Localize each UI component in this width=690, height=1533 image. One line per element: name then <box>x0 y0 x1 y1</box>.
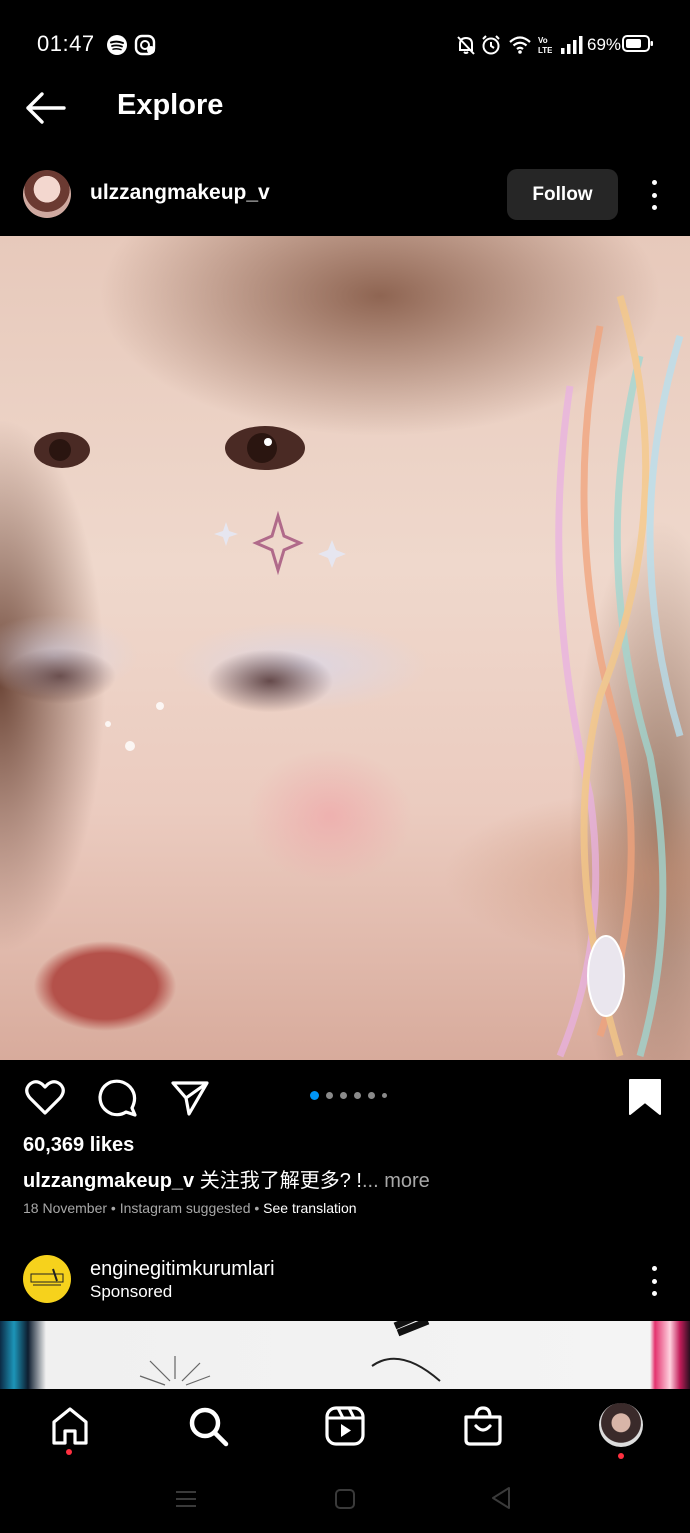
status-time: 01:47 <box>37 31 95 56</box>
more-options-icon[interactable] <box>649 1266 659 1296</box>
see-translation-link[interactable]: See translation <box>263 1200 356 1216</box>
battery-icon <box>622 35 653 52</box>
more-options-icon[interactable] <box>649 180 659 210</box>
battery-percentage: 69% <box>587 35 622 54</box>
caption-more-link[interactable]: ... more <box>362 1170 430 1192</box>
sponsor-username[interactable]: enginegitimkurumlari <box>90 1258 275 1281</box>
bookmark-icon[interactable] <box>628 1078 662 1118</box>
wifi-icon <box>509 36 531 54</box>
post-date: 18 November <box>23 1200 108 1216</box>
sponsored-label: Sponsored <box>90 1282 173 1301</box>
carousel-dot <box>340 1092 347 1099</box>
sponsored-post-image[interactable] <box>0 1321 690 1389</box>
menu-icon[interactable] <box>174 1487 198 1511</box>
comment-icon[interactable] <box>98 1078 138 1118</box>
svg-text:LTE: LTE <box>538 46 552 55</box>
like-count[interactable]: 60,369 likes <box>23 1134 134 1157</box>
home-square-icon[interactable] <box>333 1487 357 1511</box>
post-meta: 18 November • Instagram suggested • See … <box>23 1200 357 1216</box>
share-icon[interactable] <box>170 1078 210 1118</box>
signal-icon <box>561 36 583 54</box>
system-navigation-bar <box>0 1469 690 1533</box>
carousel-dot <box>326 1092 333 1099</box>
page-title: Explore <box>117 89 224 121</box>
carousel-dot <box>368 1092 375 1099</box>
caption-text: 关注我了解更多? ! <box>194 1170 362 1192</box>
post-source: Instagram suggested <box>119 1200 251 1216</box>
makeup-photo-illustration <box>34 294 684 1058</box>
carousel-dot-active <box>310 1091 319 1100</box>
carousel-indicator <box>310 1091 387 1100</box>
post-caption[interactable]: ulzzangmakeup_v 关注我了解更多? !... more <box>23 1164 430 1193</box>
sponsor-logo <box>30 1268 64 1286</box>
back-triangle-icon[interactable] <box>489 1485 513 1511</box>
alarm-icon <box>482 35 500 55</box>
heart-icon[interactable] <box>24 1078 66 1118</box>
avatar[interactable] <box>23 170 71 218</box>
arrow-left-icon[interactable] <box>24 88 68 128</box>
carousel-dot <box>354 1092 361 1099</box>
reels-icon[interactable] <box>323 1404 367 1448</box>
mute-icon <box>457 36 475 55</box>
sponsored-image-illustration <box>139 1321 441 1386</box>
svg-text:Vo: Vo <box>538 36 548 45</box>
post-username[interactable]: ulzzangmakeup_v <box>90 181 270 205</box>
profile-avatar[interactable] <box>599 1403 643 1447</box>
status-bar: 01:47 Vo LTE 69% <box>0 0 690 88</box>
carousel-dot <box>382 1093 387 1098</box>
app-notification-icon <box>134 34 156 56</box>
spotify-icon <box>107 35 127 55</box>
shop-icon[interactable] <box>461 1404 505 1448</box>
profile-notification-dot <box>618 1453 624 1459</box>
caption-username[interactable]: ulzzangmakeup_v <box>23 1170 194 1192</box>
follow-button[interactable]: Follow <box>507 169 618 220</box>
search-icon[interactable] <box>186 1404 230 1448</box>
volte-icon: Vo LTE <box>538 36 552 55</box>
post-image[interactable] <box>0 236 690 1060</box>
home-notification-dot <box>66 1449 72 1455</box>
home-icon[interactable] <box>48 1404 92 1448</box>
sponsor-avatar[interactable] <box>23 1255 71 1303</box>
